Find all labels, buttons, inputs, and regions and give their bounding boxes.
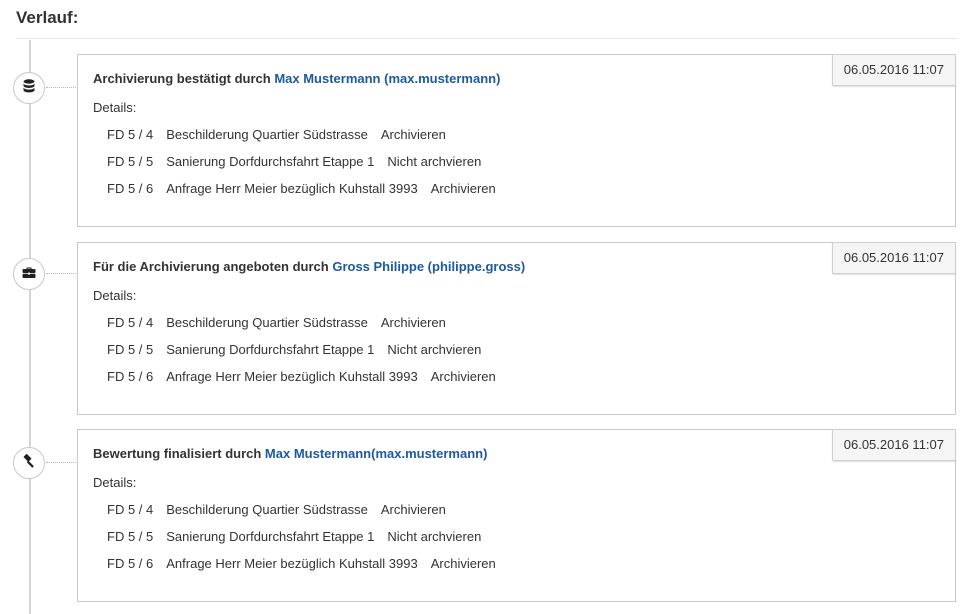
detail-code: FD 5 / 6 xyxy=(107,556,154,571)
detail-decision: Nicht archvieren xyxy=(387,154,482,169)
timeline-marker xyxy=(13,72,45,104)
entry-connector xyxy=(46,273,78,274)
entry-title: Archivierung bestätigt durch Max Musterm… xyxy=(93,71,500,86)
detail-code: FD 5 / 5 xyxy=(107,529,154,544)
detail-title: Anfrage Herr Meier bezüglich Kuhstall 39… xyxy=(166,369,418,384)
user-link[interactable]: Gross Philippe (philippe.gross) xyxy=(332,259,525,274)
detail-title: Sanierung Dorfdurchsfahrt Etappe 1 xyxy=(166,342,375,357)
timeline-entry: 06.05.2016 11:07 Für die Archivierung an… xyxy=(0,242,974,417)
entry-action-text: Für die Archivierung angeboten durch xyxy=(93,259,333,274)
entry-timestamp: 06.05.2016 11:07 xyxy=(831,242,956,274)
briefcase-icon xyxy=(21,264,37,285)
detail-code: FD 5 / 6 xyxy=(107,369,154,384)
entry-action-text: Archivierung bestätigt durch xyxy=(93,71,275,86)
details-label: Details: xyxy=(93,100,137,115)
detail-row: FD 5 / 5 Sanierung Dorfdurchsfahrt Etappe… xyxy=(107,154,494,169)
timeline-marker xyxy=(13,258,45,290)
detail-title: Beschilderung Quartier Südstrasse xyxy=(166,315,368,330)
detail-row: FD 5 / 5 Sanierung Dorfdurchsfahrt Etappe… xyxy=(107,529,494,544)
timeline-entry: 06.05.2016 11:07 Bewertung finalisiert d… xyxy=(0,429,974,604)
detail-title: Beschilderung Quartier Südstrasse xyxy=(166,502,368,517)
history-panel: 06.05.2016 11:07 Für die Archivierung an… xyxy=(77,242,956,415)
entry-connector xyxy=(46,462,78,463)
timeline-marker xyxy=(13,447,45,479)
timeline-entry: 06.05.2016 11:07 Archivierung bestätigt … xyxy=(0,54,974,229)
detail-row: FD 5 / 4 Beschilderung Quartier Südstrass… xyxy=(107,502,459,517)
history-panel: 06.05.2016 11:07 Archivierung bestätigt … xyxy=(77,54,956,227)
entry-action-text: Bewertung finalisiert durch xyxy=(93,446,265,461)
detail-decision: Archivieren xyxy=(430,181,496,196)
entry-title: Für die Archivierung angeboten durch Gro… xyxy=(93,259,525,274)
gavel-icon xyxy=(21,453,37,474)
entry-timestamp: 06.05.2016 11:07 xyxy=(831,429,956,461)
detail-code: FD 5 / 5 xyxy=(107,342,154,357)
entry-title: Bewertung finalisiert durch Max Musterma… xyxy=(93,446,487,461)
detail-title: Sanierung Dorfdurchsfahrt Etappe 1 xyxy=(166,154,375,169)
detail-row: FD 5 / 4 Beschilderung Quartier Südstrass… xyxy=(107,315,459,330)
user-link[interactable]: Max Mustermann (max.mustermann) xyxy=(274,71,500,86)
details-label: Details: xyxy=(93,475,137,490)
details-label: Details: xyxy=(93,288,137,303)
detail-title: Sanierung Dorfdurchsfahrt Etappe 1 xyxy=(166,529,375,544)
detail-decision: Archivieren xyxy=(380,315,446,330)
user-link[interactable]: Max Mustermann(max.mustermann) xyxy=(265,446,488,461)
detail-row: FD 5 / 5 Sanierung Dorfdurchsfahrt Etappe… xyxy=(107,342,494,357)
detail-row: FD 5 / 6 Anfrage Herr Meier bezüglich Kuh… xyxy=(107,369,509,384)
detail-decision: Nicht archvieren xyxy=(387,529,482,544)
entry-timestamp: 06.05.2016 11:07 xyxy=(831,54,956,86)
detail-code: FD 5 / 4 xyxy=(107,127,154,142)
entry-connector xyxy=(46,87,78,88)
detail-code: FD 5 / 5 xyxy=(107,154,154,169)
detail-title: Anfrage Herr Meier bezüglich Kuhstall 39… xyxy=(166,556,418,571)
detail-decision: Archivieren xyxy=(380,127,446,142)
history-panel: 06.05.2016 11:07 Bewertung finalisiert d… xyxy=(77,429,956,602)
detail-decision: Nicht archvieren xyxy=(387,342,482,357)
detail-code: FD 5 / 4 xyxy=(107,502,154,517)
page-title: Verlauf: xyxy=(16,8,79,27)
detail-decision: Archivieren xyxy=(380,502,446,517)
database-icon xyxy=(21,78,37,99)
heading-divider xyxy=(16,38,958,39)
detail-row: FD 5 / 6 Anfrage Herr Meier bezüglich Kuh… xyxy=(107,181,509,196)
detail-row: FD 5 / 4 Beschilderung Quartier Südstrass… xyxy=(107,127,459,142)
detail-code: FD 5 / 4 xyxy=(107,315,154,330)
detail-title: Beschilderung Quartier Südstrasse xyxy=(166,127,368,142)
detail-decision: Archivieren xyxy=(430,556,496,571)
detail-code: FD 5 / 6 xyxy=(107,181,154,196)
detail-title: Anfrage Herr Meier bezüglich Kuhstall 39… xyxy=(166,181,418,196)
detail-row: FD 5 / 6 Anfrage Herr Meier bezüglich Kuh… xyxy=(107,556,509,571)
detail-decision: Archivieren xyxy=(430,369,496,384)
